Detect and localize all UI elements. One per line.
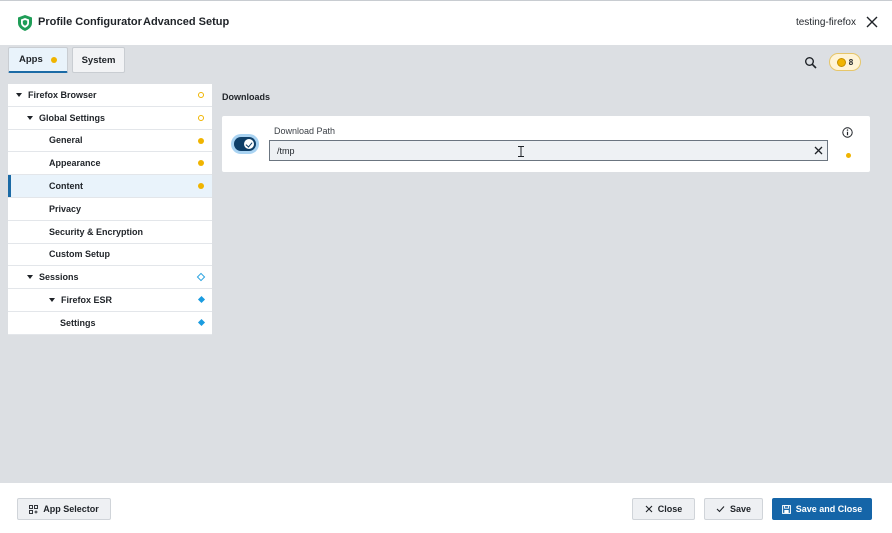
info-icon[interactable] <box>842 127 853 138</box>
tab-system[interactable]: System <box>72 47 125 73</box>
changes-count: 8 <box>848 57 854 67</box>
close-window-icon[interactable] <box>866 16 878 28</box>
close-icon <box>645 505 653 513</box>
tree-item-label: Settings <box>60 317 96 328</box>
app-selector-button[interactable]: App Selector <box>17 498 111 520</box>
modified-dot-icon <box>846 153 851 158</box>
tree-item[interactable]: General <box>8 130 212 153</box>
tree-item[interactable]: Sessions <box>8 266 212 290</box>
tree-item[interactable]: Privacy <box>8 198 212 221</box>
text-cursor-icon <box>518 146 524 157</box>
save-disk-icon <box>781 504 791 514</box>
close-button[interactable]: Close <box>632 498 695 520</box>
enable-toggle[interactable] <box>234 137 256 151</box>
field-label: Download Path <box>274 126 336 136</box>
tab-system-label: System <box>81 54 116 66</box>
caret-down-icon[interactable] <box>49 298 55 303</box>
tree-item-label: Firefox ESR <box>61 295 113 306</box>
ring-blue-marker-icon <box>196 273 206 282</box>
tree-item[interactable]: Settings <box>8 312 212 335</box>
save-and-close-label: Save and Close <box>795 504 863 514</box>
save-label: Save <box>729 504 752 514</box>
diamond-blue-marker-icon <box>197 318 206 327</box>
tree-item[interactable]: Global Settings <box>8 107 212 130</box>
tree-item-label: Firefox Browser <box>28 89 97 100</box>
setting-card: Download Path <box>222 116 870 172</box>
tree-item[interactable]: Custom Setup <box>8 244 212 267</box>
app-name: Profile Configurator <box>38 16 142 28</box>
profile-name: testing-firefox <box>795 17 856 28</box>
dot-yellow-marker-icon <box>198 137 204 144</box>
caret-down-icon[interactable] <box>27 115 33 120</box>
section-title: Downloads <box>222 92 271 102</box>
save-button[interactable]: Save <box>704 498 763 520</box>
search-icon[interactable] <box>804 56 818 70</box>
tree-item[interactable]: Security & Encryption <box>8 221 212 244</box>
tab-apps-label: Apps <box>19 54 43 65</box>
footer-bar: App Selector Close Save Save and Close <box>0 483 892 533</box>
tree-item[interactable]: Firefox ESR <box>8 289 212 312</box>
page-subtitle: Advanced Setup <box>143 16 230 28</box>
coins-icon <box>836 57 846 67</box>
toggle-check-icon <box>244 139 254 149</box>
caret-down-icon[interactable] <box>27 275 33 280</box>
changes-count-badge[interactable]: 8 <box>829 53 861 71</box>
changes-dot-icon <box>50 56 57 63</box>
check-icon <box>716 506 725 513</box>
tree-item-label: Custom Setup <box>49 249 111 260</box>
close-label: Close <box>657 504 683 514</box>
tree-item[interactable]: Firefox Browser <box>8 84 212 107</box>
shield-logo-icon <box>18 15 32 31</box>
tab-apps[interactable]: Apps <box>8 47 68 73</box>
dot-yellow-marker-icon <box>198 160 204 167</box>
tree-item[interactable]: Appearance <box>8 152 212 176</box>
tree-item-label: Sessions <box>39 272 79 283</box>
tab-bar: Apps System 8 <box>0 45 892 75</box>
ring-yellow-marker-icon <box>198 114 204 121</box>
clear-icon[interactable] <box>814 146 823 155</box>
tree-item-label: Global Settings <box>39 112 106 123</box>
dot-yellow-marker-icon <box>198 183 204 190</box>
download-path-input[interactable] <box>269 140 828 161</box>
tree-item-label: Privacy <box>49 203 82 214</box>
grid-icon <box>29 504 39 514</box>
tree-item-label: Appearance <box>49 158 101 169</box>
save-and-close-button[interactable]: Save and Close <box>772 498 872 520</box>
tree-item-label: Content <box>49 181 83 192</box>
tree-item-label: Security & Encryption <box>49 226 144 237</box>
app-selector-label: App Selector <box>43 504 99 514</box>
app-header: Profile Configurator Advanced Setup test… <box>0 0 892 45</box>
caret-down-icon[interactable] <box>16 92 22 97</box>
tree-item-label: General <box>49 135 83 146</box>
diamond-blue-marker-icon <box>197 296 206 304</box>
tree-item[interactable]: Content <box>8 175 212 198</box>
settings-tree: Firefox Browser Global Settings General App… <box>8 84 212 335</box>
ring-yellow-marker-icon <box>198 92 204 98</box>
